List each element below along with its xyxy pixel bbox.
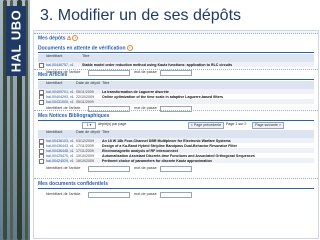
row-date: 05/11/2009 — [76, 89, 94, 94]
row-date: 10/10/2009 — [76, 153, 94, 158]
page-info: Page 1 sur 2 — [226, 122, 247, 126]
row-identifiant[interactable]: hal-00409701, v1 — [46, 90, 74, 94]
row-title[interactable]: Stable model order reduction method usin… — [82, 63, 232, 67]
row-identifiant[interactable]: hal-00446757, v1 — [46, 63, 74, 67]
table-row: hal-00424529, v1 16/10/2009 Pertinent ch… — [38, 158, 314, 164]
slide-title: 3. Modifier un de ses dépôts — [40, 7, 242, 24]
help-icon[interactable]: ? — [126, 45, 133, 51]
articles-section: Mes Articles Identifiant Date de dépôt T… — [38, 72, 314, 112]
mes-depots-section: Mes dépôts ⚠? — [38, 35, 314, 41]
confidentiels-fields: Identifiant de l'article mot de passe — [38, 191, 314, 198]
identifiant-input[interactable] — [88, 165, 130, 172]
per-page-label: dépôt(s) par page — [98, 122, 127, 126]
row-checkbox[interactable] — [39, 99, 44, 105]
row-date: 17/11/2009 — [76, 148, 94, 153]
password-label: mot de passe — [134, 192, 157, 196]
col-date: Date de dépôt — [76, 130, 100, 134]
brand-label: HAL UBO — [8, 9, 24, 73]
row-identifiant[interactable]: hal-00436443, v1 — [46, 144, 74, 148]
row-date: 17/11/2009 — [76, 143, 94, 148]
confidentiels-title: Mes documents confidentiels — [38, 181, 109, 187]
brand-badge: HAL UBO — [6, 6, 26, 76]
warning-icon: ⚠ — [66, 35, 72, 42]
notices-heading: Mes Notices Bibliographiques — [38, 113, 314, 119]
prev-page-button[interactable]: < Page précédente — [188, 122, 224, 129]
pagination-bar: 1 ▾ dépôt(s) par page < Page précédente … — [38, 122, 314, 129]
identifiant-label: Identifiant de l'article — [46, 166, 81, 170]
divider — [34, 110, 318, 111]
divider — [34, 69, 318, 70]
next-page-button[interactable]: Page suivante > — [252, 122, 284, 129]
row-title[interactable]: An 18 W 18b Four-Channel DBR Multiplexer… — [102, 139, 231, 143]
col-titre: Titre — [82, 54, 90, 58]
col-identifiant: Identifiant — [46, 130, 63, 134]
divider — [34, 178, 318, 179]
table-row: hal-00431000, v1 05/11/2009 — [38, 99, 314, 105]
row-title[interactable]: La transformation de Laguerre discrète — [102, 90, 169, 94]
row-title[interactable]: Online optimization of the time scale in… — [102, 95, 223, 99]
row-date: 22/10/2009 — [76, 94, 94, 99]
notices-title: Mes Notices Bibliographiques — [38, 113, 110, 119]
row-title[interactable]: Pertinent choice of parameters for discr… — [102, 159, 212, 163]
row-identifiant[interactable]: hal-00431000, v1 — [46, 100, 74, 104]
section-rule — [38, 188, 314, 189]
row-title[interactable]: Automatisation Assistant Discrete-time F… — [102, 154, 255, 158]
row-date: 05/11/2009 — [76, 99, 94, 104]
articles-heading: Mes Articles — [38, 72, 314, 78]
section-rule — [38, 79, 314, 80]
confidentiels-section: Mes documents confidentiels Identifiant … — [38, 181, 314, 198]
row-identifiant[interactable]: hal-00424529, v1 — [46, 159, 74, 163]
row-identifiant[interactable]: hal-00404293, v1 — [46, 95, 74, 99]
help-icon[interactable]: ? — [72, 35, 79, 41]
row-identifiant[interactable]: hal-00436103, v1 — [46, 139, 74, 143]
row-date: 03/12/2009 — [76, 138, 94, 143]
row-date: 16/10/2009 — [76, 158, 94, 163]
table-row: hal-00446757, v1 Stable model order redu… — [38, 62, 314, 68]
articles-title: Mes Articles — [38, 72, 68, 78]
identifiant-label: Identifiant de l'article — [46, 192, 81, 196]
row-identifiant[interactable]: hal-00436448, v1 — [46, 149, 74, 153]
table-header: Identifiant Date de dépôt Titre — [38, 81, 314, 89]
password-input[interactable] — [160, 191, 192, 198]
row-checkbox[interactable] — [39, 158, 44, 164]
section-rule — [38, 120, 314, 121]
hal-screenshot: Mes dépôts ⚠? Documents en attente de vé… — [33, 30, 319, 239]
password-label: mot de passe — [134, 166, 157, 170]
table-header: Identifiant Titre — [38, 54, 314, 62]
attente-section: Documents en attente de vérification? Id… — [38, 45, 314, 76]
confidentiels-heading: Mes documents confidentiels — [38, 181, 314, 187]
col-titre: Titre — [102, 130, 110, 134]
top-bar — [34, 31, 318, 34]
attente-title: Documents en attente de vérification — [38, 45, 126, 52]
col-titre: Titre — [102, 81, 110, 85]
table-header: Identifiant Date de dépôt Titre — [38, 130, 314, 138]
attente-heading: Documents en attente de vérification? — [38, 45, 314, 51]
row-title[interactable]: Design of a Ka-Band Hybrid Stripline Ban… — [102, 144, 237, 148]
col-date: Date de dépôt — [76, 81, 100, 85]
mes-depots-title: Mes dépôts — [38, 35, 66, 42]
password-input[interactable] — [160, 165, 192, 172]
row-title[interactable]: Electromagnetic analysis of RF interconn… — [102, 149, 178, 153]
mes-depots-heading: Mes dépôts ⚠? — [38, 35, 314, 41]
notices-table: Identifiant Date de dépôt Titre hal-0043… — [38, 130, 314, 172]
row-identifiant[interactable]: hal-00425470, v1 — [46, 154, 74, 158]
row-checkbox[interactable] — [39, 62, 44, 68]
notices-section: Mes Notices Bibliographiques 1 ▾ dépôt(s… — [38, 113, 314, 172]
per-page-value: 1 — [86, 123, 89, 127]
col-identifiant: Identifiant — [46, 81, 63, 85]
col-identifiant: Identifiant — [46, 54, 63, 58]
identifiant-input[interactable] — [88, 191, 130, 198]
notices-fields: Identifiant de l'article mot de passe — [38, 165, 314, 172]
per-page-select[interactable]: 1 ▾ — [82, 122, 96, 129]
